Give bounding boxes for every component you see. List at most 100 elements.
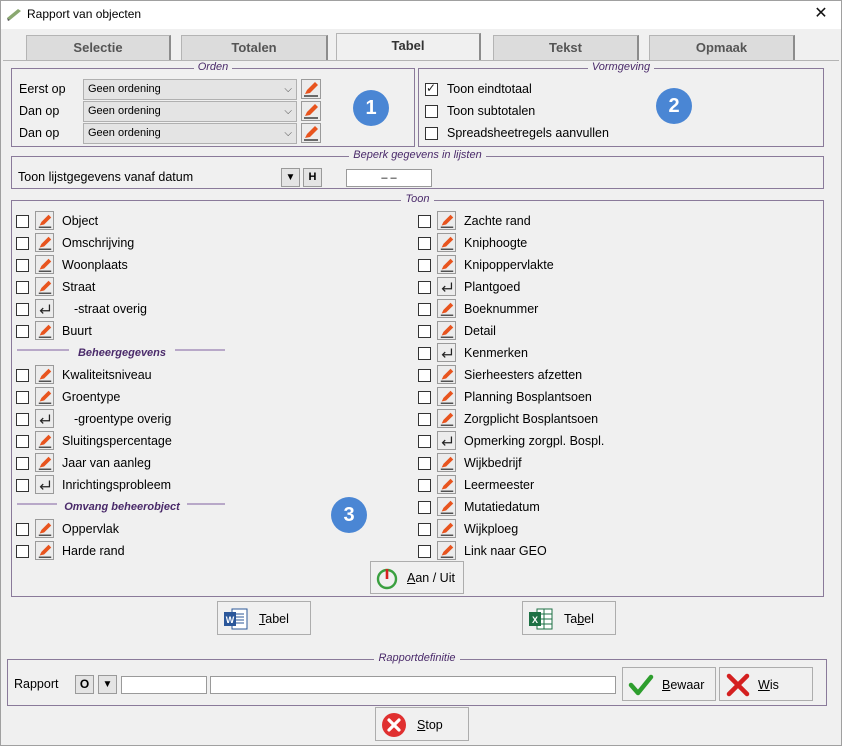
toon-checkbox[interactable] bbox=[16, 413, 29, 426]
edit-field-button[interactable] bbox=[437, 387, 456, 406]
aan-uit-button[interactable]: Aan / Uit bbox=[370, 561, 464, 594]
edit-field-button[interactable] bbox=[437, 299, 456, 318]
toon-checkbox[interactable] bbox=[16, 303, 29, 316]
toon-checkbox[interactable] bbox=[418, 215, 431, 228]
edit-field-button[interactable] bbox=[35, 387, 54, 406]
orden-label-3: Dan op bbox=[19, 126, 60, 140]
h-button[interactable]: H bbox=[303, 168, 322, 187]
orden-pencil-button-2[interactable] bbox=[301, 101, 321, 121]
edit-field-button[interactable] bbox=[437, 365, 456, 384]
edit-field-button[interactable] bbox=[35, 519, 54, 538]
toon-checkbox[interactable] bbox=[16, 523, 29, 536]
field-return-button[interactable] bbox=[437, 343, 456, 362]
export-excel-button[interactable]: X Tabel bbox=[522, 601, 616, 635]
pencil-icon bbox=[439, 456, 455, 474]
rapport-dropdown-button[interactable]: ▼ bbox=[98, 675, 117, 694]
orden-select-1[interactable]: Geen ordening ⌵ bbox=[83, 79, 297, 100]
edit-field-button[interactable] bbox=[437, 453, 456, 472]
edit-field-button[interactable] bbox=[437, 541, 456, 560]
toon-checkbox[interactable] bbox=[16, 259, 29, 272]
orden-legend: Orden bbox=[193, 61, 233, 73]
field-return-button[interactable] bbox=[35, 475, 54, 494]
toon-checkbox[interactable] bbox=[418, 457, 431, 470]
spreadsheetregels-checkbox[interactable] bbox=[425, 127, 438, 140]
toon-item-label: Knipoppervlakte bbox=[464, 258, 554, 272]
toon-item-label: Kniphoogte bbox=[464, 236, 528, 250]
edit-field-button[interactable] bbox=[437, 475, 456, 494]
toon-checkbox[interactable] bbox=[418, 281, 431, 294]
orden-select-2[interactable]: Geen ordening ⌵ bbox=[83, 101, 297, 122]
field-return-button[interactable] bbox=[35, 409, 54, 428]
toon-checkbox[interactable] bbox=[16, 457, 29, 470]
edit-field-button[interactable] bbox=[437, 211, 456, 230]
toon-item-label: Omschrijving bbox=[62, 236, 135, 250]
edit-field-button[interactable] bbox=[437, 255, 456, 274]
toon-checkbox[interactable] bbox=[418, 435, 431, 448]
edit-field-button[interactable] bbox=[35, 453, 54, 472]
toon-subtotalen-checkbox[interactable] bbox=[425, 105, 438, 118]
edit-field-button[interactable] bbox=[35, 255, 54, 274]
open-button[interactable]: O bbox=[75, 675, 94, 694]
edit-field-button[interactable] bbox=[35, 211, 54, 230]
edit-field-button[interactable] bbox=[437, 233, 456, 252]
edit-field-button[interactable] bbox=[35, 277, 54, 296]
toon-checkbox[interactable] bbox=[418, 545, 431, 558]
spreadsheetregels-label: Spreadsheetregels aanvullen bbox=[447, 126, 609, 140]
toon-checkbox[interactable] bbox=[16, 237, 29, 250]
toon-checkbox[interactable] bbox=[418, 413, 431, 426]
toon-checkbox[interactable] bbox=[418, 501, 431, 514]
toon-checkbox[interactable] bbox=[418, 391, 431, 404]
toon-checkbox[interactable] bbox=[418, 303, 431, 316]
edit-field-button[interactable] bbox=[35, 321, 54, 340]
bewaar-button[interactable]: Bewaar bbox=[622, 667, 716, 701]
edit-field-button[interactable] bbox=[437, 321, 456, 340]
export-word-button[interactable]: W Tabel bbox=[217, 601, 311, 635]
field-return-button[interactable] bbox=[437, 277, 456, 296]
wis-button[interactable]: Wis bbox=[719, 667, 813, 701]
rapport-name-field[interactable] bbox=[210, 676, 616, 694]
close-icon[interactable]: ✕ bbox=[809, 4, 833, 24]
orden-select-3[interactable]: Geen ordening ⌵ bbox=[83, 123, 297, 144]
toon-item-label: Groentype bbox=[62, 390, 121, 404]
toon-checkbox[interactable] bbox=[16, 435, 29, 448]
edit-field-button[interactable] bbox=[35, 431, 54, 450]
toon-checkbox[interactable] bbox=[16, 391, 29, 404]
orden-pencil-button-3[interactable] bbox=[301, 123, 321, 143]
stop-button[interactable]: Stop bbox=[375, 707, 469, 741]
tab-selectie[interactable]: Selectie bbox=[26, 35, 171, 61]
toon-checkbox[interactable] bbox=[418, 259, 431, 272]
orden-select-1-value: Geen ordening bbox=[88, 83, 161, 95]
orden-pencil-button-1[interactable] bbox=[301, 79, 321, 99]
edit-field-button[interactable] bbox=[437, 519, 456, 538]
toon-checkbox[interactable] bbox=[418, 237, 431, 250]
field-return-button[interactable] bbox=[437, 431, 456, 450]
toon-checkbox[interactable] bbox=[16, 545, 29, 558]
toon-eindtotaal-checkbox[interactable] bbox=[425, 81, 438, 96]
tab-totalen[interactable]: Totalen bbox=[181, 35, 328, 61]
tab-opmaak[interactable]: Opmaak bbox=[649, 35, 795, 61]
toon-checkbox[interactable] bbox=[418, 523, 431, 536]
tab-tekst[interactable]: Tekst bbox=[493, 35, 639, 61]
edit-field-button[interactable] bbox=[35, 365, 54, 384]
beperk-legend: Beperk gegevens in lijsten bbox=[349, 149, 486, 161]
toon-checkbox[interactable] bbox=[418, 369, 431, 382]
rapport-code-field[interactable] bbox=[121, 676, 207, 694]
toon-checkbox[interactable] bbox=[418, 347, 431, 360]
date-field[interactable]: – – bbox=[346, 169, 432, 187]
toon-checkbox[interactable] bbox=[16, 325, 29, 338]
pencil-icon bbox=[304, 82, 318, 97]
edit-field-button[interactable] bbox=[35, 233, 54, 252]
toon-checkbox[interactable] bbox=[418, 479, 431, 492]
toon-checkbox[interactable] bbox=[16, 215, 29, 228]
toon-checkbox[interactable] bbox=[16, 479, 29, 492]
toon-checkbox[interactable] bbox=[16, 281, 29, 294]
field-return-button[interactable] bbox=[35, 299, 54, 318]
tab-tabel[interactable]: Tabel bbox=[336, 33, 481, 61]
edit-field-button[interactable] bbox=[35, 541, 54, 560]
date-dropdown-button[interactable]: ▼ bbox=[281, 168, 300, 187]
edit-field-button[interactable] bbox=[437, 409, 456, 428]
toon-checkbox[interactable] bbox=[16, 369, 29, 382]
toon-item-label: Woonplaats bbox=[62, 258, 128, 272]
toon-checkbox[interactable] bbox=[418, 325, 431, 338]
edit-field-button[interactable] bbox=[437, 497, 456, 516]
